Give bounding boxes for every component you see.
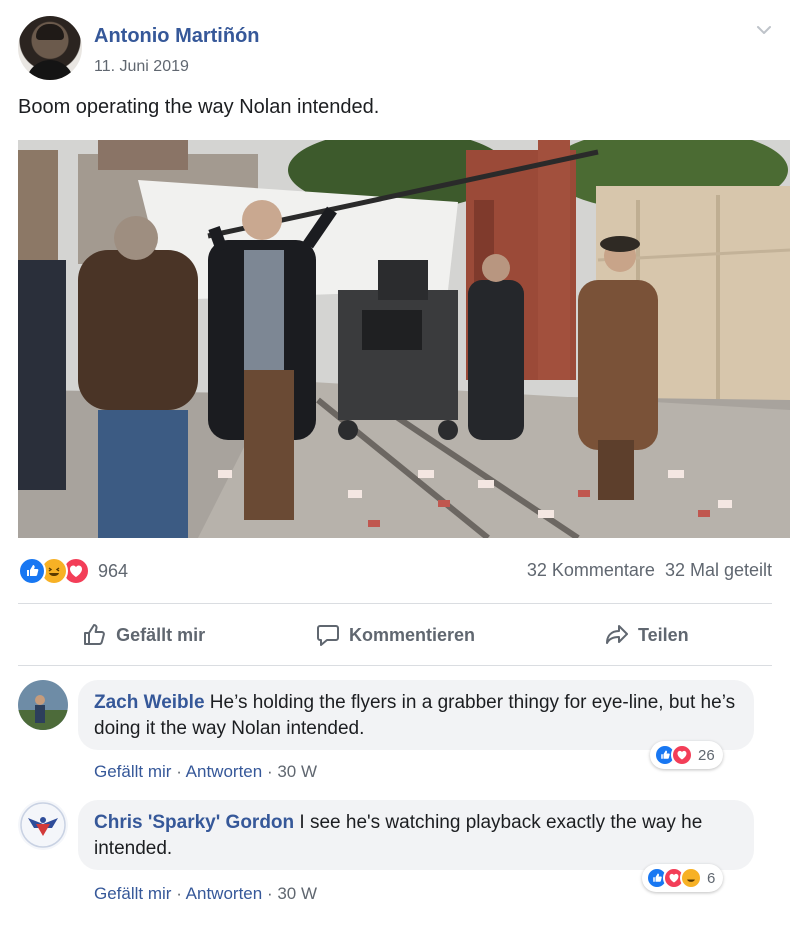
like-reaction-icon	[18, 557, 46, 585]
divider	[18, 603, 772, 604]
share-arrow-icon	[605, 625, 628, 644]
chevron-down-icon[interactable]	[754, 20, 774, 40]
comment-reaction-summary[interactable]: 6	[642, 864, 724, 892]
avatar-hair	[36, 24, 64, 40]
commenter-avatar[interactable]	[18, 680, 68, 730]
comment-reaction-summary[interactable]: 26	[650, 741, 723, 769]
reaction-count: 964	[98, 560, 129, 581]
love-reaction-icon	[671, 744, 693, 766]
comment: Chris 'Sparky' Gordon I see he's watchin…	[18, 800, 778, 910]
comment-button-label: Kommentieren	[348, 624, 475, 645]
comment-age[interactable]: 30 W	[277, 884, 317, 903]
divider	[18, 665, 772, 666]
share-button[interactable]: Teilen	[521, 610, 772, 660]
like-button[interactable]: Gefällt mir	[18, 610, 269, 660]
author-avatar[interactable]	[18, 16, 82, 80]
post-date[interactable]: 11. Juni 2019	[94, 58, 189, 76]
post-header: Antonio Martiñón 11. Juni 2019	[18, 16, 778, 86]
comment-meta: Gefällt mir · Antworten · 30 W	[94, 762, 317, 782]
like-button-label: Gefällt mir	[116, 624, 206, 645]
comment-bubble: Chris 'Sparky' Gordon I see he's watchin…	[78, 800, 754, 870]
meta-separator: ·	[176, 884, 186, 903]
comment-reply-link[interactable]: Antworten	[186, 884, 263, 903]
comment-reply-link[interactable]: Antworten	[186, 762, 263, 781]
post-photo[interactable]	[18, 140, 790, 538]
comment-icon	[316, 625, 339, 646]
commenter-name[interactable]: Chris 'Sparky' Gordon	[94, 812, 294, 833]
comments-count-link[interactable]: 32 Kommentare	[527, 560, 655, 581]
reaction-summary[interactable]: 964	[18, 556, 128, 586]
commenter-avatar[interactable]	[18, 800, 68, 850]
comment-like-link[interactable]: Gefällt mir	[94, 762, 171, 781]
engagement-counts: 32 Kommentare 32 Mal geteilt	[527, 560, 772, 581]
comment-reaction-count: 6	[707, 869, 716, 887]
meta-separator: ·	[266, 884, 278, 903]
post-text: Boom operating the way Nolan intended.	[18, 96, 380, 118]
comment-reaction-count: 26	[698, 746, 715, 764]
commenter-name[interactable]: Zach Weible	[94, 692, 205, 713]
thumbs-up-icon	[84, 624, 106, 645]
author-name[interactable]: Antonio Martiñón	[94, 25, 260, 48]
meta-separator: ·	[176, 762, 186, 781]
haha-reaction-icon	[680, 867, 702, 889]
comment-bubble: Zach Weible He’s holding the flyers in a…	[78, 680, 754, 750]
comment-like-link[interactable]: Gefällt mir	[94, 884, 171, 903]
movie-set-photo	[18, 140, 790, 538]
avatar-body	[26, 60, 74, 80]
comment-button[interactable]: Kommentieren	[269, 610, 520, 660]
meta-separator: ·	[266, 762, 278, 781]
shares-count-link[interactable]: 32 Mal geteilt	[665, 560, 772, 581]
comment-age[interactable]: 30 W	[277, 762, 317, 781]
post-actions: Gefällt mir Kommentieren Teilen	[18, 610, 772, 660]
comment-meta: Gefällt mir · Antworten · 30 W	[94, 884, 317, 904]
comment: Zach Weible He’s holding the flyers in a…	[18, 680, 778, 790]
share-button-label: Teilen	[637, 624, 689, 645]
